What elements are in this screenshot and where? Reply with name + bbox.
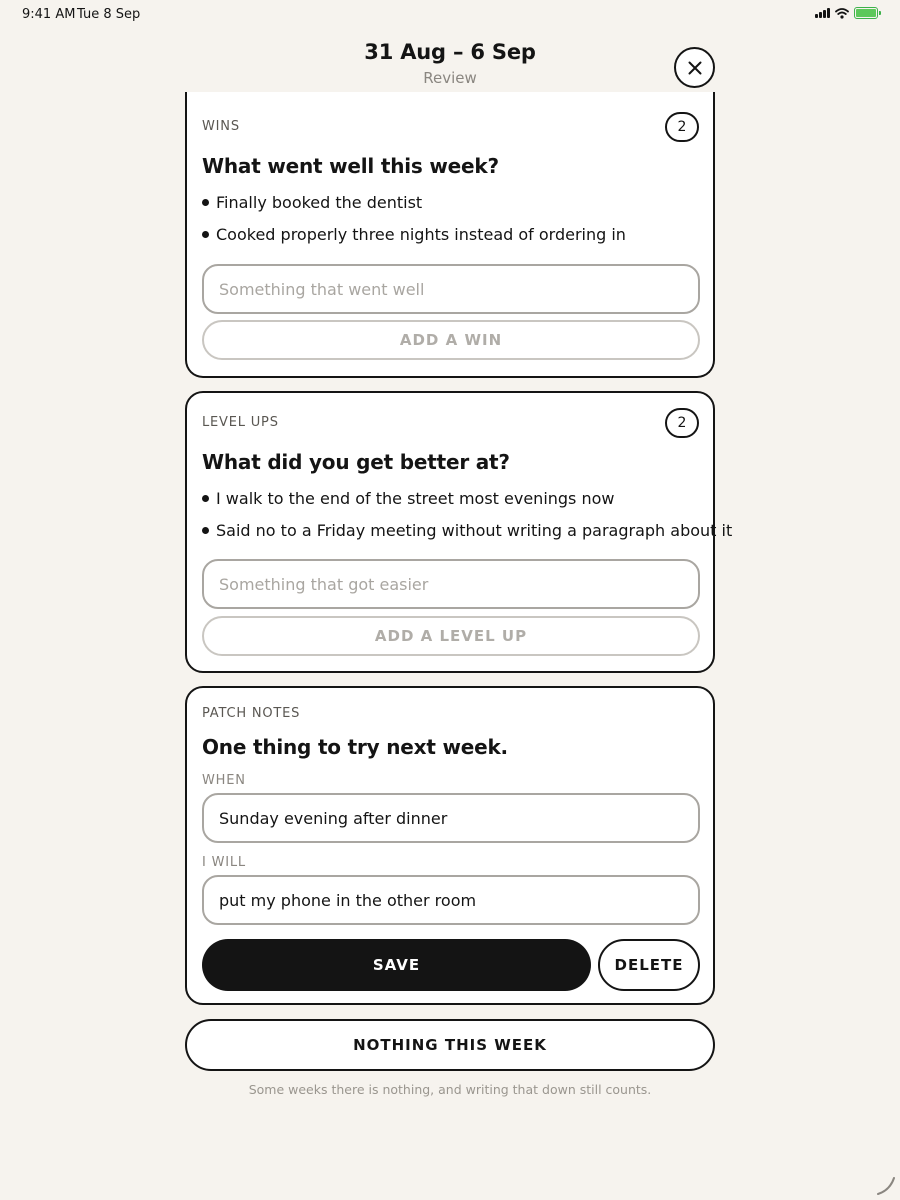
patch-notes-label: PATCH NOTES <box>202 706 301 721</box>
wins-list: Finally booked the dentist Cooked proper… <box>202 193 626 257</box>
page-title: 31 Aug – 6 Sep <box>364 40 536 64</box>
level-ups-count-badge: 2 <box>665 408 699 438</box>
add-level-up-button[interactable]: ADD A LEVEL UP <box>202 616 700 656</box>
page-subtitle: Review <box>423 69 477 87</box>
win-input[interactable] <box>202 264 700 314</box>
wins-card: WINS 2 What went well this week? Finally… <box>185 92 715 378</box>
battery-charging-icon <box>854 7 881 19</box>
level-ups-list: I walk to the end of the street most eve… <box>202 489 732 553</box>
patch-notes-question: One thing to try next week. <box>202 735 508 759</box>
close-button[interactable] <box>674 47 715 88</box>
signal-icon <box>815 8 830 18</box>
save-button[interactable]: SAVE <box>202 939 591 991</box>
patch-notes-card: PATCH NOTES One thing to try next week. … <box>185 686 715 1005</box>
level-ups-card: LEVEL UPS 2 What did you get better at? … <box>185 391 732 673</box>
wifi-icon <box>835 8 849 19</box>
list-item: Cooked properly three nights instead of … <box>202 225 626 257</box>
status-bar: 9:41 AM Tue 8 Sep <box>0 0 900 28</box>
wins-label: WINS <box>202 119 240 134</box>
wins-question: What went well this week? <box>202 154 499 178</box>
wins-count-badge: 2 <box>665 112 699 142</box>
i-will-field[interactable] <box>202 875 700 925</box>
delete-button[interactable]: DELETE <box>598 939 700 991</box>
when-label: WHEN <box>202 773 246 788</box>
status-time: 9:41 AM <box>22 7 76 22</box>
close-icon <box>688 61 701 74</box>
nothing-this-week-button[interactable]: NOTHING THIS WEEK <box>185 1019 715 1071</box>
i-will-label: I WILL <box>202 855 246 870</box>
level-ups-label: LEVEL UPS <box>202 415 279 430</box>
status-icons <box>815 7 881 19</box>
header: 31 Aug – 6 Sep Review <box>0 40 900 87</box>
status-date: Tue 8 Sep <box>77 7 141 22</box>
footnote: Some weeks there is nothing, and writing… <box>248 1082 652 1097</box>
list-item: Finally booked the dentist <box>202 193 626 225</box>
add-win-button[interactable]: ADD A WIN <box>202 320 700 360</box>
level-ups-question: What did you get better at? <box>202 450 510 474</box>
when-field[interactable] <box>202 793 700 843</box>
list-item: I walk to the end of the street most eve… <box>202 489 732 521</box>
list-item: Said no to a Friday meeting without writ… <box>202 521 732 553</box>
resize-handle-icon[interactable] <box>876 1176 896 1196</box>
level-up-input[interactable] <box>202 559 700 609</box>
